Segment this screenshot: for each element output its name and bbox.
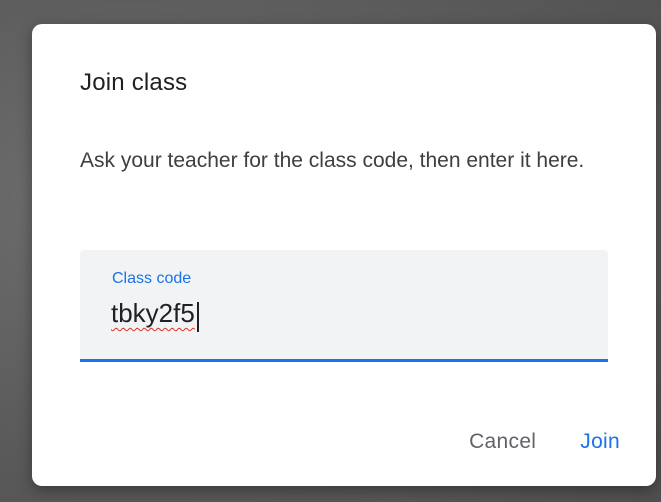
- join-class-dialog: Join class Ask your teacher for the clas…: [32, 24, 656, 486]
- cancel-button[interactable]: Cancel: [457, 424, 548, 460]
- join-button[interactable]: Join: [568, 424, 632, 460]
- class-code-input[interactable]: tbky2f5: [111, 298, 195, 329]
- dialog-actions: Cancel Join: [457, 422, 632, 462]
- text-caret: [197, 302, 199, 332]
- class-code-value: tbky2f5: [111, 298, 195, 328]
- class-code-label: Class code: [112, 270, 192, 287]
- dialog-title: Join class: [80, 69, 188, 96]
- class-code-field[interactable]: Class code tbky2f5: [80, 250, 608, 362]
- dialog-description: Ask your teacher for the class code, the…: [80, 149, 585, 172]
